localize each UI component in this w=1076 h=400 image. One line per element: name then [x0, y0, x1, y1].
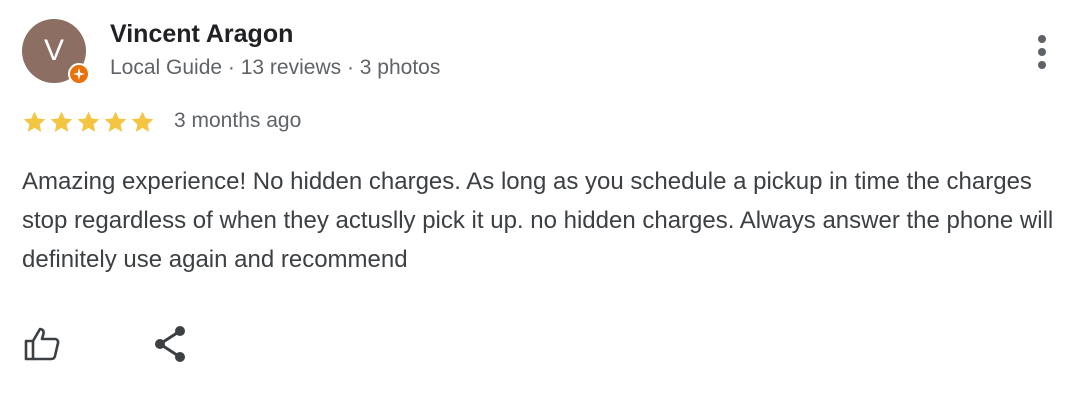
more-vert-icon: [1038, 35, 1046, 69]
review-text: Amazing experience! No hidden charges. A…: [22, 168, 1054, 273]
share-icon: [155, 326, 185, 362]
thumb-up-icon: [24, 327, 60, 361]
local-guide-badge-icon: [68, 63, 90, 85]
review-card: V Vincent Aragon Local Guide · 13 review…: [0, 0, 1076, 400]
more-options-button[interactable]: [1026, 30, 1058, 74]
star-rating: [22, 110, 155, 136]
star-icon: [131, 111, 154, 132]
reviewer-meta: Local Guide · 13 reviews · 3 photos: [110, 56, 441, 79]
avatar[interactable]: V: [22, 19, 90, 85]
star-icon: [50, 111, 73, 132]
star-icon: [104, 111, 127, 132]
share-button[interactable]: [148, 322, 192, 366]
reviewer-name[interactable]: Vincent Aragon: [110, 20, 293, 49]
avatar-letter: V: [43, 34, 64, 67]
star-icon: [23, 111, 46, 132]
star-icon: [77, 111, 100, 132]
review-time: 3 months ago: [174, 109, 302, 132]
like-button[interactable]: [20, 322, 64, 366]
